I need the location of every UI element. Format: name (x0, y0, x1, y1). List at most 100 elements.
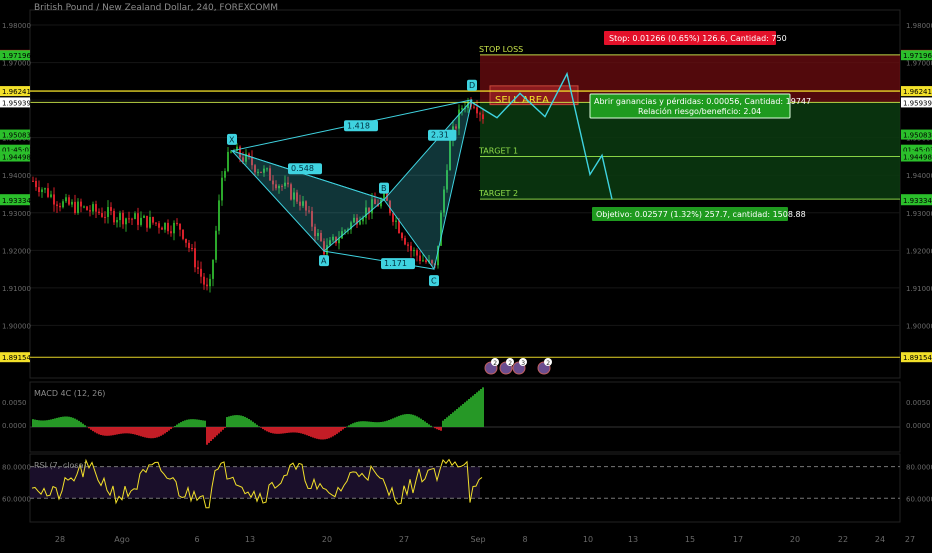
stop-text: Stop: 0.01266 (0.65%) 126.6, Cantidad: 7… (609, 34, 787, 43)
macd-tick: 0.0050 (906, 399, 931, 407)
macd-bar (230, 416, 232, 427)
candle (221, 178, 223, 201)
chart-canvas[interactable]: STOP LOSSSELL AREATARGET 1TARGET 2 1.418… (0, 0, 932, 550)
candle (122, 213, 124, 225)
macd-bar (164, 427, 166, 433)
price-levels: STOP LOSSSELL AREATARGET 1TARGET 2 (30, 45, 900, 357)
candle (407, 244, 409, 245)
time-tick: 28 (55, 535, 65, 544)
macd-bar (440, 427, 442, 431)
time-tick: 20 (322, 535, 332, 544)
macd-bar (236, 415, 238, 427)
price-badge-text: 1.95939 (903, 99, 932, 107)
candle (128, 218, 130, 219)
macd-bar (182, 421, 184, 427)
time-tick: 22 (838, 535, 848, 544)
macd-bar (434, 427, 436, 428)
candle (155, 223, 157, 224)
macd-bar (126, 427, 128, 433)
macd-bar (304, 427, 306, 435)
candle (176, 223, 178, 224)
macd-bar (92, 427, 94, 431)
time-tick: 27 (905, 535, 915, 544)
candle (104, 217, 106, 218)
macd-bar (372, 422, 374, 427)
macd-bar (266, 427, 268, 431)
candle (182, 230, 184, 239)
macd-bar (474, 394, 476, 427)
rsi-tick: 60.0000 (2, 495, 31, 503)
macd-bar (408, 414, 410, 427)
candle (230, 152, 232, 153)
candle (143, 216, 145, 218)
macd-bar (56, 418, 58, 427)
candle (401, 233, 403, 238)
macd-bar (288, 427, 290, 433)
macd-bar (338, 427, 340, 432)
macd-bar (342, 427, 344, 429)
macd-bar (410, 414, 412, 427)
time-tick: 6 (194, 535, 199, 544)
macd-bar (482, 387, 484, 427)
pattern-bcd (384, 100, 472, 269)
macd-bar (156, 427, 158, 437)
macd-bar (70, 417, 72, 427)
macd-tick: 0.0050 (2, 399, 27, 407)
candle (89, 210, 91, 211)
macd-bar (428, 424, 430, 427)
price-tick-right: 1.92000 (906, 247, 932, 255)
macd-bar (146, 427, 148, 438)
macd-bar (106, 427, 108, 436)
macd-bar (386, 421, 388, 427)
macd-bar (72, 418, 74, 427)
macd-bar (426, 423, 428, 427)
time-tick: 13 (245, 535, 255, 544)
macd-bar (404, 414, 406, 427)
macd-bar (206, 427, 208, 445)
macd-bar (460, 406, 462, 427)
candle (110, 207, 112, 211)
macd-bar (298, 427, 300, 433)
candle (167, 223, 169, 231)
candle (65, 197, 67, 201)
ratio-label: 1.418 (347, 121, 370, 130)
macd-bar (278, 427, 280, 434)
macd-bar (40, 420, 42, 427)
macd-bar (468, 399, 470, 427)
macd-bar (262, 427, 264, 429)
macd-bar (60, 417, 62, 427)
macd-bar (438, 427, 440, 430)
macd-bar (330, 427, 332, 437)
macd-bar (186, 420, 188, 427)
candle (482, 114, 484, 119)
pattern-point-label: A (321, 257, 327, 266)
macd-bar (136, 427, 138, 435)
level-label: TARGET 1 (478, 147, 518, 156)
pattern-point-label: B (381, 184, 387, 193)
macd-bar (480, 389, 482, 427)
candle (188, 243, 190, 248)
macd-bar (158, 427, 160, 437)
macd-bar (456, 409, 458, 427)
candle (227, 152, 229, 171)
macd-bar (222, 427, 224, 430)
candle (185, 239, 187, 243)
macd-bar (170, 427, 172, 429)
candle (41, 189, 43, 192)
trading-chart[interactable]: STOP LOSSSELL AREATARGET 1TARGET 2 1.418… (0, 0, 932, 550)
macd-bar (208, 427, 210, 443)
candle (164, 223, 166, 230)
macd-bar (142, 427, 144, 437)
macd-bar (436, 427, 438, 429)
risk-zones (480, 55, 900, 199)
macd-bar (212, 427, 214, 439)
macd-bar (382, 422, 384, 427)
macd-bar (88, 427, 90, 428)
macd-bar (316, 427, 318, 439)
macd-bar (284, 427, 286, 433)
macd-bar (218, 427, 220, 434)
macd-bar (294, 427, 296, 432)
macd-bar (472, 396, 474, 427)
macd-bar (422, 420, 424, 427)
target-text: Objetivo: 0.02577 (1.32%) 257.7, cantida… (596, 210, 806, 219)
